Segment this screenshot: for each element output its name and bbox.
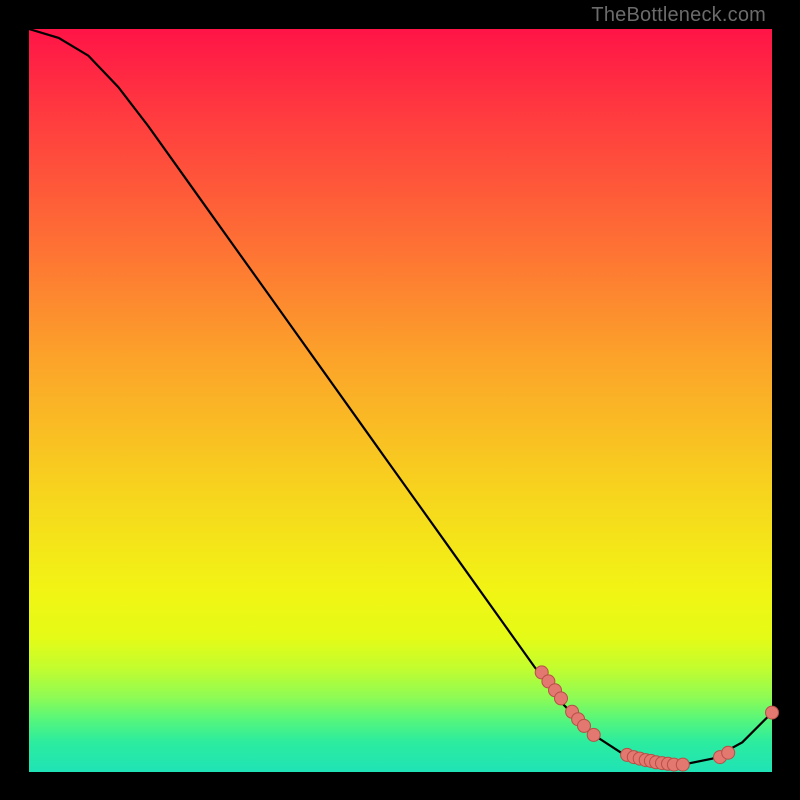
data-marker bbox=[587, 728, 600, 741]
data-marker bbox=[555, 692, 568, 705]
marker-group bbox=[535, 666, 778, 771]
data-marker bbox=[676, 758, 689, 771]
chart-svg bbox=[29, 29, 772, 772]
chart-frame: TheBottleneck.com bbox=[0, 0, 800, 800]
data-marker bbox=[722, 746, 735, 759]
bottleneck-curve bbox=[29, 29, 772, 765]
watermark-text: TheBottleneck.com bbox=[591, 4, 766, 27]
data-marker bbox=[766, 706, 779, 719]
